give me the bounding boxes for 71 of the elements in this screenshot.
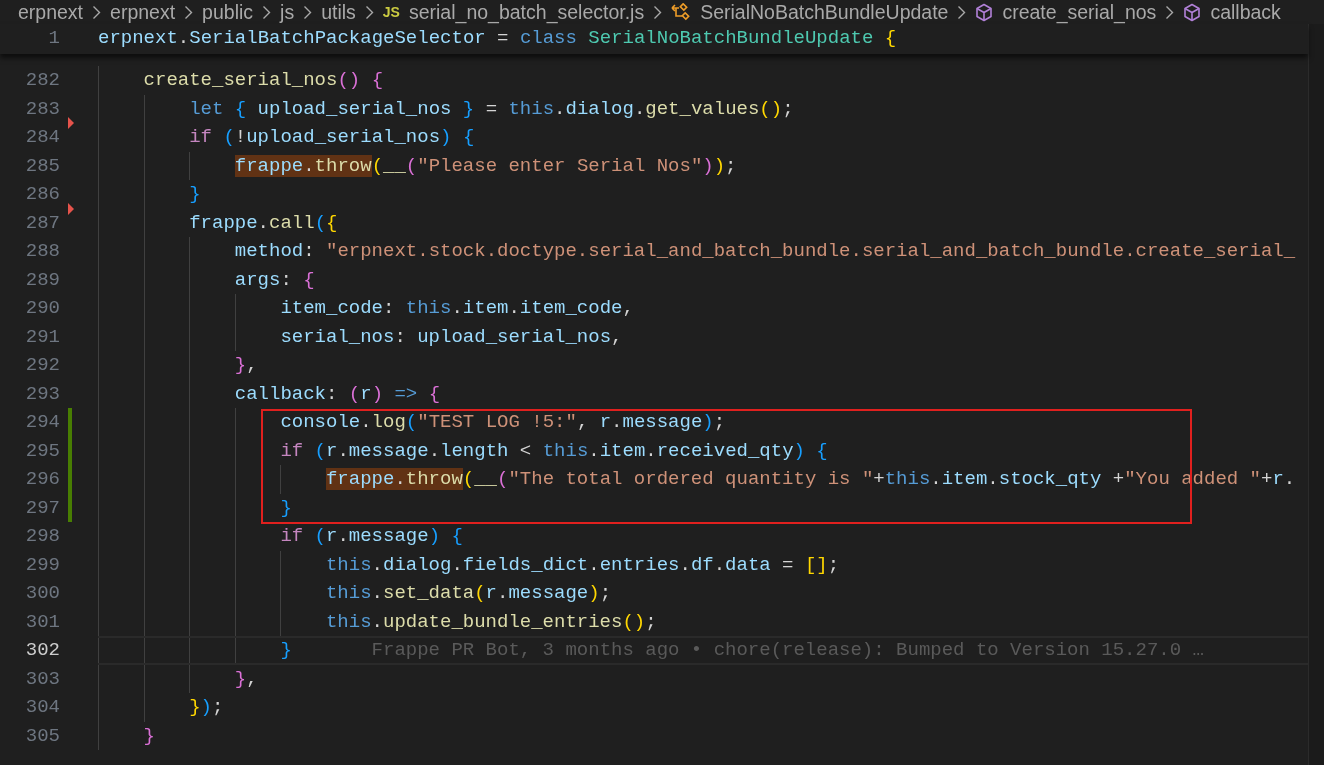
line-number: 300 [24,581,60,606]
blame-annotation: Frappe PR Bot, 3 months ago • chore(release): Bumped to Version 15.27.0 … [371,638,1204,663]
code-line: callback: (r) => { [234,381,441,407]
code-line: erpnext.SerialBatchPackageSelector = class SerialNoBatchBundleUpdate { [98,26,897,51]
line-number: 296 [24,467,60,492]
cube-icon [975,2,994,22]
breadcrumb-item[interactable]: erpnext [18,1,84,23]
code-line: } [280,638,292,663]
breadcrumb-item[interactable]: js [280,1,295,23]
chevron-icon [262,4,272,20]
line-number: 304 [24,695,60,720]
line-number: 283 [24,96,60,122]
chevron-icon [364,4,374,20]
line-number: 303 [24,666,60,692]
code-line: item_code: this.item.item_code, [280,296,634,321]
code-line: }, [234,353,258,378]
line-number: 299 [24,552,60,578]
line-number: 289 [24,267,60,293]
code-line: if (r.message) { [280,524,463,549]
line-number: 291 [24,324,60,350]
line-number: 292 [24,353,60,378]
code-line: }); [189,695,224,720]
line-number: 297 [24,495,60,521]
breadcrumb-item[interactable]: public [202,1,254,23]
breadcrumb-item[interactable]: create_serial_nos [1002,1,1157,23]
code-line: this.set_data(r.message); [325,581,612,606]
code-line: console.log("TEST LOG !5:", r.message); [280,410,726,435]
code-line: } [189,182,201,207]
line-number: 302 [24,638,60,663]
line-number: 301 [24,609,60,635]
class-symbol-icon [671,3,692,21]
line-number: 298 [24,524,60,549]
code-line: args: { [234,267,315,293]
chevron-icon [184,4,194,20]
line-number: 286 [24,182,60,207]
cube-icon [1183,2,1202,22]
code-line: } [280,495,292,521]
code-line: if (!upload_serial_nos) { [189,125,475,150]
line-number: 294 [24,410,60,435]
line-number: 282 [24,68,60,93]
breadcrumb-item[interactable]: callback [1210,1,1281,23]
code-line: let { upload_serial_nos } = this.dialog.get_values(); [189,96,794,122]
line-number: 287 [24,210,60,236]
line-number: 285 [24,153,60,179]
code-line: create_serial_nos() { [143,68,384,93]
line-number: 290 [24,296,60,321]
breadcrumb-item[interactable]: utils [321,1,356,23]
chevron-icon [1165,4,1175,20]
line-number: 305 [24,723,60,749]
chevron-icon [92,4,102,20]
code-line: this.update_bundle_entries(); [325,609,657,635]
line-number: 288 [24,239,60,264]
chevron-icon [303,4,313,20]
code-line: }, [234,666,258,692]
chevron-icon [653,4,663,20]
line-number: 284 [24,125,60,150]
code-line: frappe.throw(__("Please enter Serial Nos")); [234,153,737,179]
javascript-file-icon: JS [382,1,400,23]
breadcrumb-item[interactable]: SerialNoBatchBundleUpdate [700,1,949,23]
code-line: serial_nos: upload_serial_nos, [280,324,623,350]
code-line: this.dialog.fields_dict.entries.df.data = []; [325,552,840,578]
chevron-icon [957,4,967,20]
code-line: method: "erpnext.stock.doctype.serial_and_batch_bundle.serial_and_batch_bundle.create_serial_ [234,239,1296,264]
breadcrumb-item[interactable]: erpnext [110,1,176,23]
code-line: if (r.message.length < this.item.received_qty) { [280,438,828,464]
line-number: 295 [24,438,60,464]
code-line: frappe.call({ [189,210,338,236]
line-number: 293 [24,381,60,407]
code-line: } [143,723,155,749]
line-number: 1 [47,26,60,51]
breadcrumb-item[interactable]: serial_no_batch_selector.js [408,1,645,23]
